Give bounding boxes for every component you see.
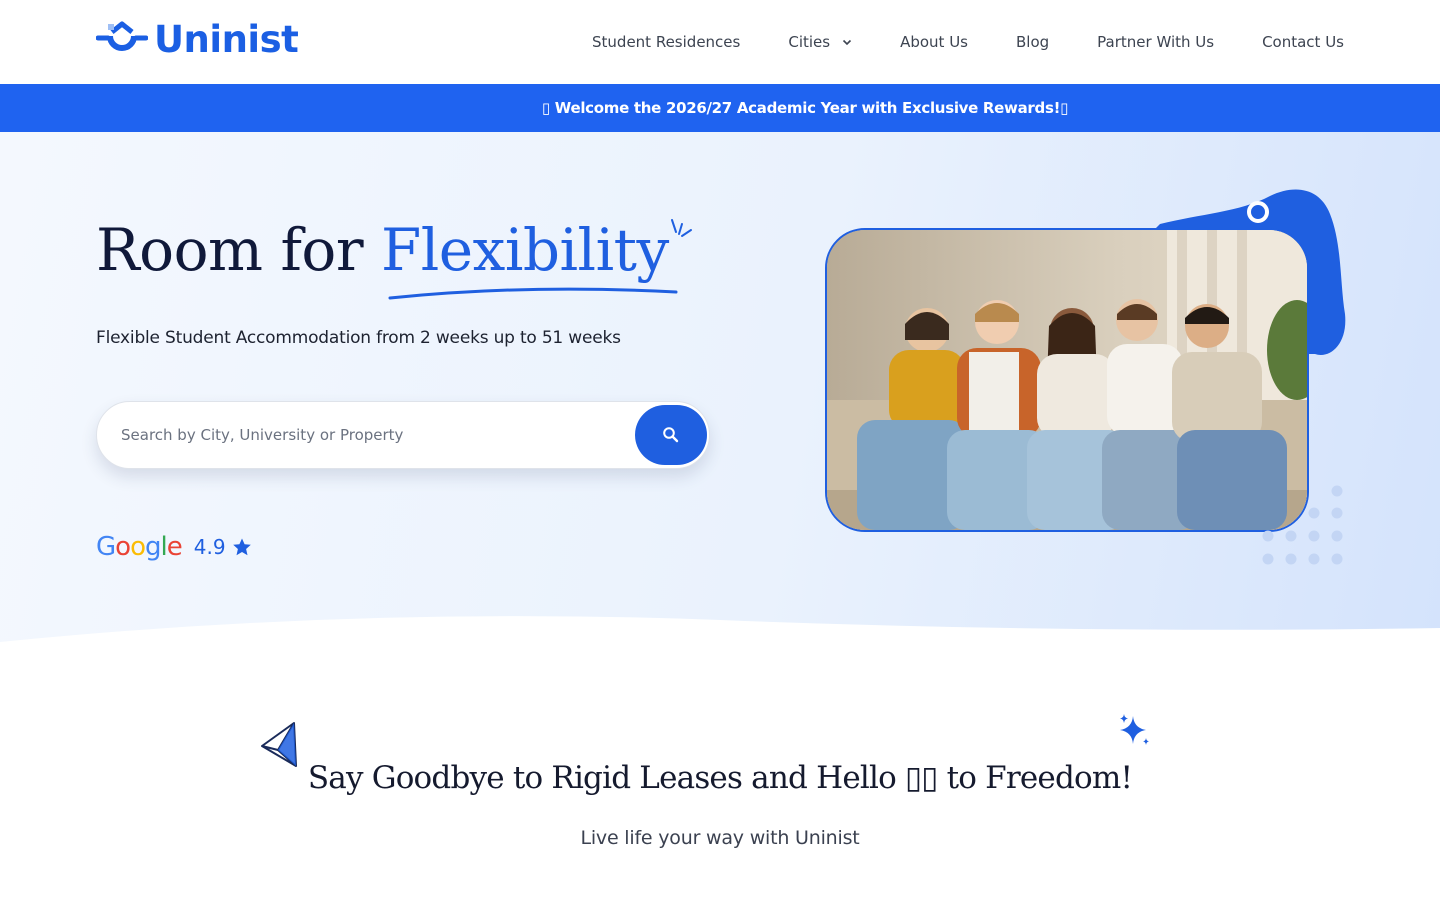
logo[interactable]: Uninist: [96, 18, 299, 61]
main-nav: Student Residences Cities About Us Blog …: [592, 0, 1344, 84]
search-button[interactable]: [635, 405, 707, 465]
google-logo: Google: [96, 532, 183, 562]
logo-text: Uninist: [154, 18, 299, 61]
search-input[interactable]: [121, 402, 621, 468]
nav-about-us[interactable]: About Us: [900, 33, 968, 51]
search-bar: [96, 401, 710, 469]
section-title: Say Goodbye to Rigid Leases and Hello ▯▯…: [307, 760, 1133, 796]
section-subtitle: Live life your way with Uninist: [580, 827, 860, 849]
hero-wave-divider: [0, 616, 1440, 672]
sparkle-icon: [1120, 714, 1149, 745]
title-underline-decoration: [388, 219, 692, 300]
nav-cities[interactable]: Cities: [788, 33, 852, 51]
nav-label: Cities: [788, 33, 831, 51]
nav-label: Partner With Us: [1097, 33, 1215, 51]
students-illustration: [827, 230, 1307, 530]
star-icon: [232, 538, 251, 556]
promo-banner[interactable]: ▯ Welcome the 2026/27 Academic Year with…: [0, 84, 1440, 132]
nav-partner-with-us[interactable]: Partner With Us: [1097, 33, 1214, 51]
search-icon: [663, 427, 679, 443]
nav-student-residences[interactable]: Student Residences: [592, 33, 740, 51]
logo-mark-icon: [96, 21, 148, 51]
nav-contact-us[interactable]: Contact Us: [1262, 33, 1344, 51]
chevron-down-icon: [843, 39, 852, 46]
nav-label: Blog: [1016, 33, 1050, 51]
rating-value: 4.9: [193, 535, 226, 559]
hero-title-plain: Room for: [96, 216, 381, 284]
google-rating: Google 4.9: [96, 532, 252, 562]
promo-banner-text: ▯ Welcome the 2026/27 Academic Year with…: [541, 99, 1069, 117]
nav-label: Student Residences: [592, 33, 741, 51]
decorative-dot-grid: [1262, 485, 1343, 565]
nav-blog[interactable]: Blog: [1016, 33, 1049, 51]
nav-label: Contact Us: [1262, 33, 1344, 51]
site-header: Uninist Student Residences Cities About …: [0, 0, 1440, 84]
nav-label: About Us: [900, 33, 968, 51]
students-on-sofa-photo: [825, 228, 1309, 532]
hero-subtitle: Flexible Student Accommodation from 2 we…: [96, 328, 621, 348]
